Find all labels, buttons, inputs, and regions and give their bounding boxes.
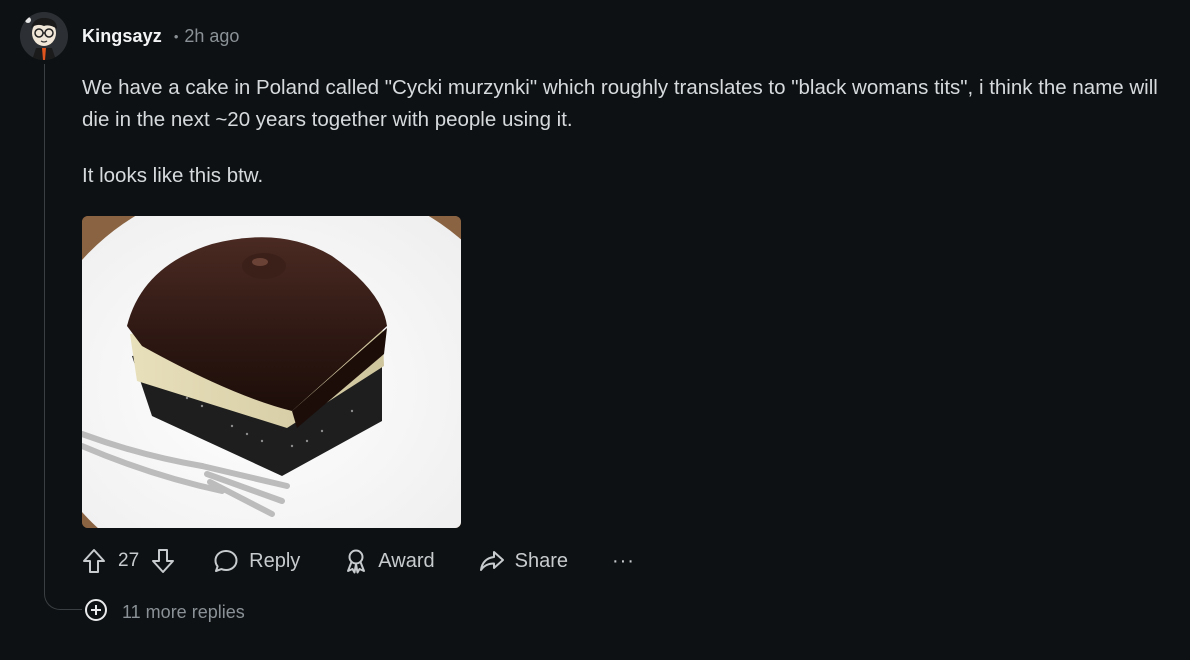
avatar-image [20,12,68,60]
meta-separator: • [173,29,179,44]
avatar[interactable] [20,12,68,60]
reply-label: Reply [249,549,301,572]
timestamp[interactable]: 2h ago [184,26,239,47]
comment-paragraph: It looks like this btw. [82,164,264,187]
comment-body: We have a cake in Poland called "Cycki m… [82,72,1162,192]
cake-photo [82,216,461,528]
speech-bubble-icon [213,548,239,574]
award-label: Award [378,549,435,572]
cake-image[interactable] [82,216,461,528]
comment-actions: 27 Reply Award Share ··· [82,542,635,580]
comment-header: Kingsayz • 2h ago [82,26,239,47]
more-replies-label: 11 more replies [122,602,245,622]
more-options-button[interactable]: ··· [612,542,635,580]
share-icon [479,549,505,573]
comment-paragraph: We have a cake in Poland called "Cycki m… [82,76,1158,131]
award-button[interactable]: Award [344,542,435,580]
reply-button[interactable]: Reply [213,542,300,580]
username[interactable]: Kingsayz [82,26,162,47]
arrow-up-icon[interactable] [82,548,106,574]
more-options-icon: ··· [611,549,635,572]
arrow-down-icon[interactable] [151,548,175,574]
vote-score: 27 [118,550,140,571]
thread-connector [44,578,82,610]
thread-line [44,64,45,594]
award-icon [344,548,368,574]
plus-circle-icon [84,598,108,627]
more-replies-link[interactable]: 11 more replies [84,598,245,627]
share-label: Share [514,549,568,572]
vote-controls: 27 [82,542,175,580]
share-button[interactable]: Share [479,542,568,580]
